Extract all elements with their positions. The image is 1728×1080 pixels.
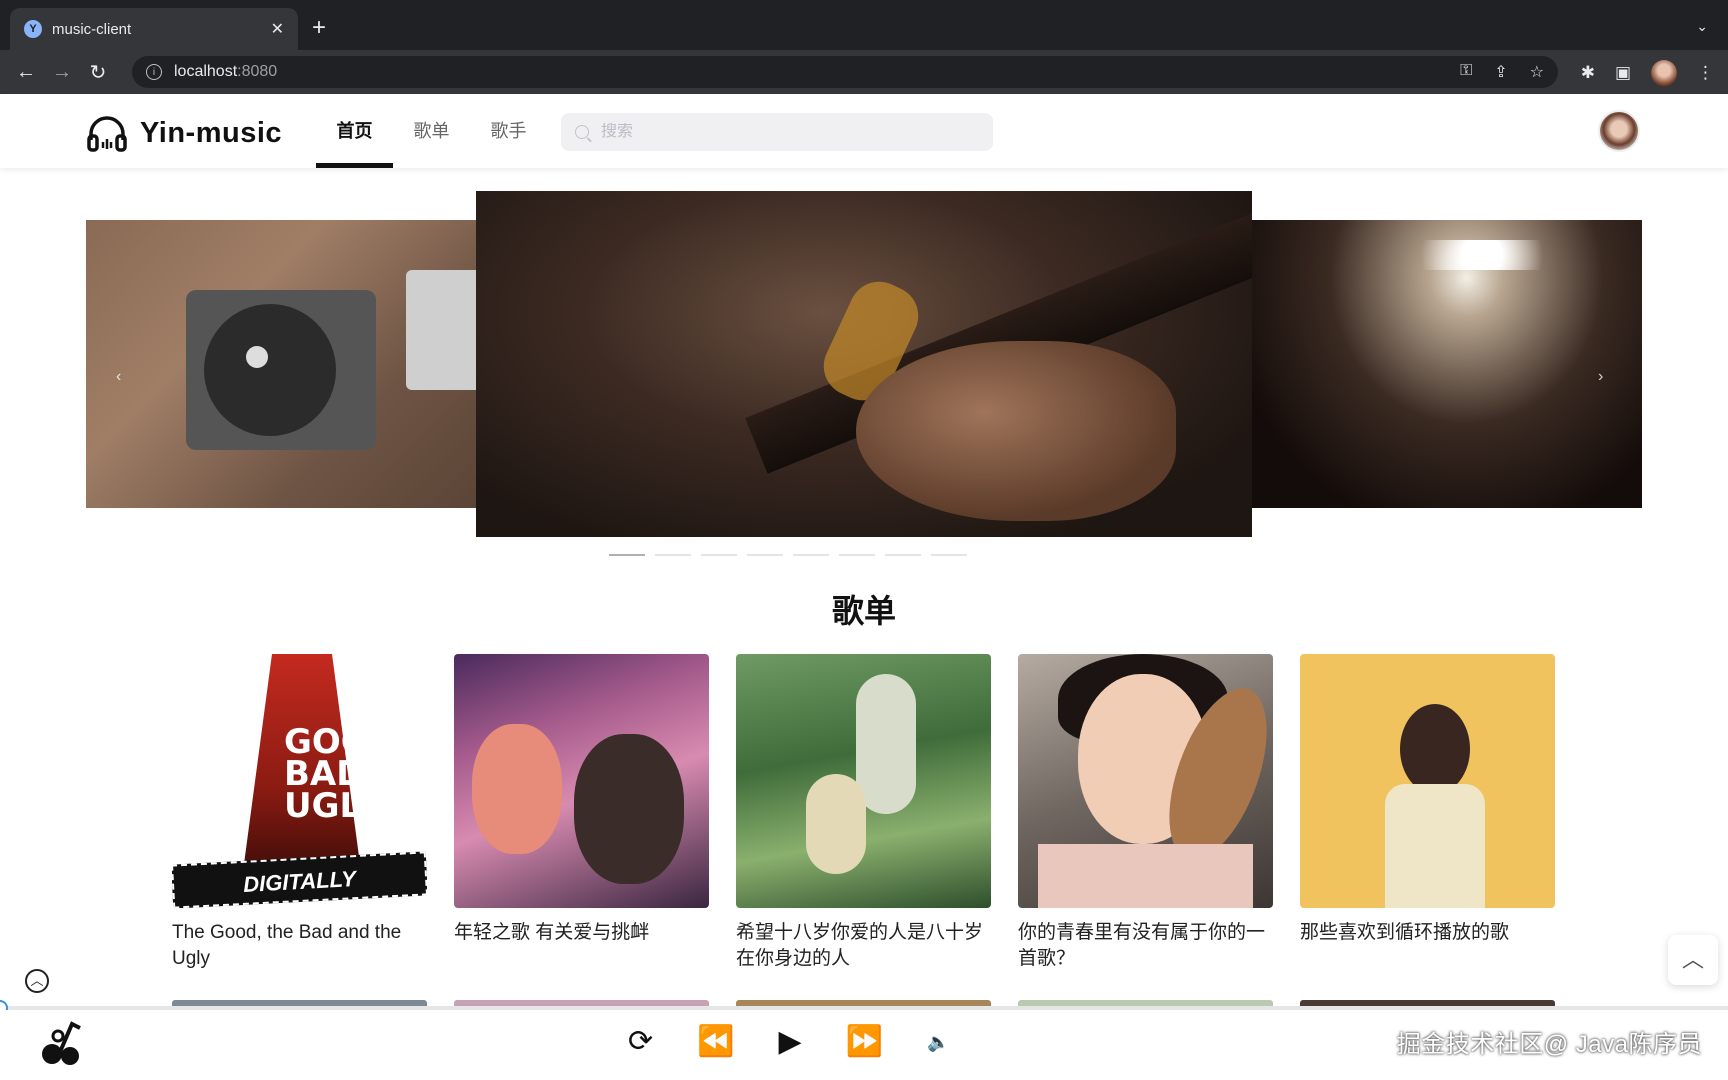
carousel-indicator[interactable] [931, 554, 967, 556]
url-host: localhost [174, 63, 238, 80]
app-header: Yin-music 首页 歌单 歌手 [0, 94, 1728, 168]
play-icon[interactable]: ▶ [779, 1024, 802, 1060]
playlist-title[interactable]: 那些喜欢到循环播放的歌 [1300, 920, 1555, 946]
music-note-icon[interactable] [36, 1016, 92, 1072]
extensions-icon[interactable]: ✱ [1581, 63, 1595, 83]
carousel-slide-guitar[interactable] [476, 191, 1252, 537]
playlist-title[interactable]: 你的青春里有没有属于你的一首歌？ [1018, 920, 1273, 972]
back-to-top-button[interactable]: ︿ [1668, 935, 1718, 985]
carousel-indicator[interactable] [747, 554, 783, 556]
new-tab-icon[interactable]: + [312, 14, 326, 42]
browser-tab[interactable]: Y music-client ✕ [10, 8, 298, 50]
forward-icon[interactable]: → [44, 61, 80, 84]
browser-tab-bar: Y music-client ✕ + ⌄ [0, 0, 1728, 50]
playlist-title[interactable]: 希望十八岁你爱的人是八十岁在你身边的人 [736, 920, 991, 972]
share-icon[interactable]: ⇪ [1494, 62, 1507, 82]
turntable-image [186, 290, 376, 450]
carousel-indicator[interactable] [609, 554, 645, 556]
playlist-cover[interactable] [454, 654, 709, 908]
key-icon[interactable]: ⚿ [1460, 62, 1472, 82]
nav-singers[interactable]: 歌手 [470, 94, 547, 168]
previous-icon[interactable]: ⏪ [697, 1024, 734, 1060]
playlist-card[interactable]: 希望十八岁你爱的人是八十岁在你身边的人 [736, 654, 991, 972]
carousel-slide-concert[interactable]: › [1252, 220, 1642, 508]
banner-carousel[interactable]: ‹ › [0, 168, 1728, 568]
site-info-icon[interactable]: i [146, 64, 162, 80]
playlist-cover[interactable] [1300, 654, 1555, 908]
brand-name: Yin-music [140, 116, 283, 149]
carousel-indicator[interactable] [885, 554, 921, 556]
carousel-next-icon[interactable]: › [1598, 368, 1603, 386]
carousel-indicator[interactable] [655, 554, 691, 556]
carousel-slide-turntable[interactable]: ‹ [86, 220, 476, 508]
search-input[interactable] [601, 123, 961, 141]
search-icon [575, 125, 589, 139]
back-icon[interactable]: ← [8, 61, 44, 84]
tab-close-icon[interactable]: ✕ [271, 19, 284, 39]
player-bar: ⟳ ⏪ ▶ ⏩ 🔈 掘金技术社区@ Java陈序员 [0, 1010, 1728, 1080]
playlist-cover[interactable] [1018, 654, 1273, 908]
address-bar[interactable]: i localhost:8080 ⚿ ⇪ ☆ [132, 56, 1558, 88]
expand-player-icon[interactable]: ︿ [25, 969, 49, 993]
cover-poster-text: GOOD BAD UGLY [284, 722, 398, 826]
playlist-title[interactable]: 年轻之歌 有关爱与挑衅 [454, 920, 709, 946]
loop-icon[interactable]: ⟳ [628, 1024, 653, 1060]
headphones-icon [87, 116, 127, 152]
next-icon[interactable]: ⏩ [846, 1024, 883, 1060]
playlist-cover[interactable] [736, 654, 991, 908]
carousel-indicator[interactable] [793, 554, 829, 556]
nav-home[interactable]: 首页 [316, 94, 393, 168]
stage-lights-image [1382, 240, 1582, 270]
tab-title: music-client [52, 20, 132, 38]
side-panel-icon[interactable]: ▣ [1615, 63, 1631, 83]
playlist-card[interactable]: 那些喜欢到循环播放的歌 [1300, 654, 1555, 972]
playlist-title[interactable]: The Good, the Bad and the Ugly [172, 920, 427, 972]
carousel-indicators [609, 554, 967, 556]
nav-playlists[interactable]: 歌单 [393, 94, 470, 168]
playlist-grid: GOOD BAD UGLY DIGITALLY REMASTERED The G… [172, 654, 1555, 972]
tab-favicon-icon: Y [24, 20, 42, 38]
browser-toolbar: ← → ↻ i localhost:8080 ⚿ ⇪ ☆ ✱ ▣ ⋮ [0, 50, 1728, 94]
main-nav: 首页 歌单 歌手 [316, 94, 547, 168]
reload-icon[interactable]: ↻ [80, 60, 116, 85]
logo[interactable]: Yin-music [86, 112, 282, 154]
player-controls: ⟳ ⏪ ▶ ⏩ 🔈 [628, 1024, 949, 1060]
volume-icon[interactable]: 🔈 [927, 1024, 949, 1060]
browser-menu-icon[interactable]: ⋮ [1697, 63, 1714, 83]
section-title: 歌单 [831, 593, 896, 629]
playlist-card[interactable]: GOOD BAD UGLY DIGITALLY REMASTERED The G… [172, 654, 427, 972]
tab-search-chevron-icon[interactable]: ⌄ [1696, 18, 1708, 35]
cover-banner: DIGITALLY REMASTERED [172, 851, 427, 908]
search-box[interactable] [561, 113, 993, 151]
carousel-indicator[interactable] [839, 554, 875, 556]
bookmark-star-icon[interactable]: ☆ [1530, 62, 1544, 82]
carousel-indicator[interactable] [701, 554, 737, 556]
playlist-cover[interactable]: GOOD BAD UGLY DIGITALLY REMASTERED [172, 654, 427, 908]
url-port: :8080 [237, 63, 278, 80]
carousel-prev-icon[interactable]: ‹ [116, 368, 121, 386]
laptop-image [406, 270, 476, 390]
playlist-card[interactable]: 年轻之歌 有关爱与挑衅 [454, 654, 709, 972]
watermark-text: 掘金技术社区@ Java陈序员 [1396, 1031, 1702, 1058]
playlist-card[interactable]: 你的青春里有没有属于你的一首歌？ [1018, 654, 1273, 972]
browser-profile-avatar[interactable] [1651, 60, 1677, 86]
user-avatar[interactable] [1598, 110, 1640, 152]
